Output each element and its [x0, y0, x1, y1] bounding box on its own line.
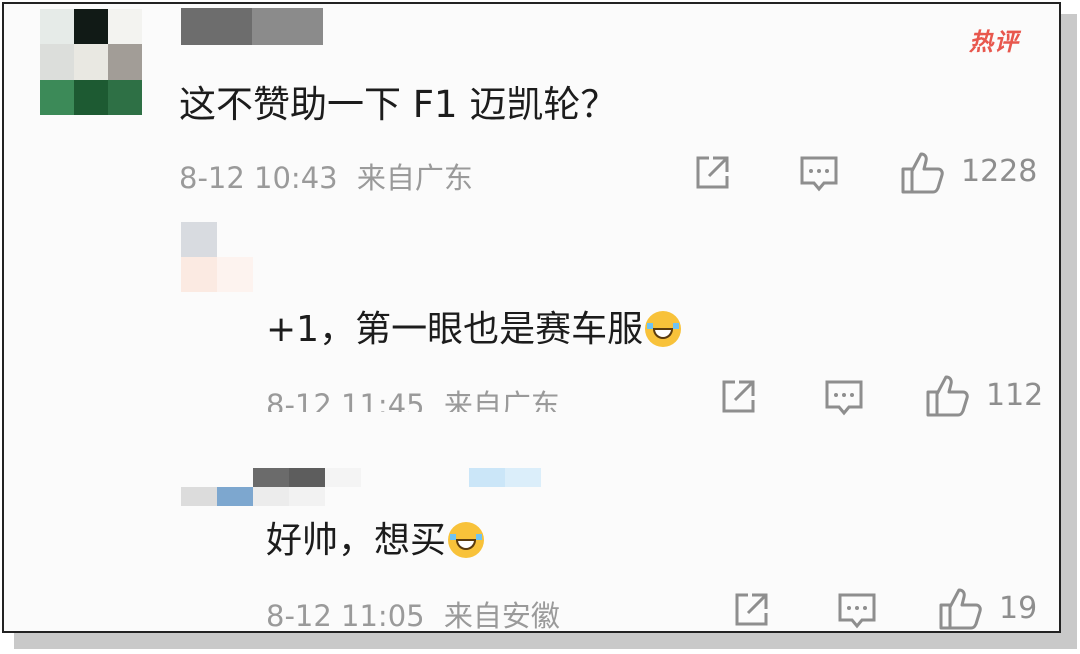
reply-time: 8-12 11:05	[266, 599, 425, 633]
share-icon[interactable]	[732, 591, 770, 629]
reply-text-content: +1，第一眼也是赛车服	[266, 309, 644, 350]
share-icon[interactable]	[719, 378, 757, 416]
comment-icon[interactable]	[837, 592, 877, 630]
thumbs-up-icon[interactable]	[900, 150, 946, 194]
username-blurred[interactable]	[181, 8, 323, 45]
reply-actions-clipped: 8-12 11:45 来自广东	[4, 382, 1059, 412]
like-count: 19	[999, 591, 1038, 626]
avatar[interactable]	[40, 9, 142, 115]
thumbs-up-icon[interactable]	[938, 586, 984, 630]
reply-text-content: 好帅，想买	[266, 520, 447, 561]
like-count: 1228	[961, 154, 1038, 189]
reply-meta: 8-12 11:45 来自广东	[266, 382, 560, 412]
hot-comment-badge: 热评	[969, 28, 1019, 56]
reply-location: 来自安徽	[443, 599, 560, 633]
reply-text: 好帅，想买	[266, 511, 485, 563]
comment-text: 这不赞助一下 F1 迈凯轮？	[179, 83, 618, 126]
reply-avatar[interactable]	[181, 222, 253, 292]
thumbs-up-icon[interactable]	[925, 373, 971, 417]
comment-time: 8-12 10:43	[179, 161, 338, 195]
reply-time: 8-12 11:45	[266, 388, 425, 412]
comment-icon[interactable]	[824, 379, 864, 417]
like-count: 112	[986, 378, 1044, 413]
share-icon[interactable]	[693, 154, 731, 192]
reply-location: 来自广东	[443, 388, 560, 412]
reply-text: +1，第一眼也是赛车服	[266, 300, 682, 352]
comment-icon[interactable]	[799, 155, 839, 193]
laugh-cry-emoji	[448, 522, 485, 558]
laugh-cry-emoji	[645, 311, 682, 347]
comment-meta: 8-12 10:43 来自广东	[179, 155, 473, 197]
reply-meta: 8-12 11:05 来自安徽	[266, 593, 560, 633]
comment-location: 来自广东	[356, 161, 473, 195]
comment-card: 热评 这不赞助一下 F1 迈凯轮？ 8-12 10:43 来自广东 1228 +…	[2, 2, 1061, 633]
reply-avatar-username-blurred[interactable]	[181, 468, 541, 506]
